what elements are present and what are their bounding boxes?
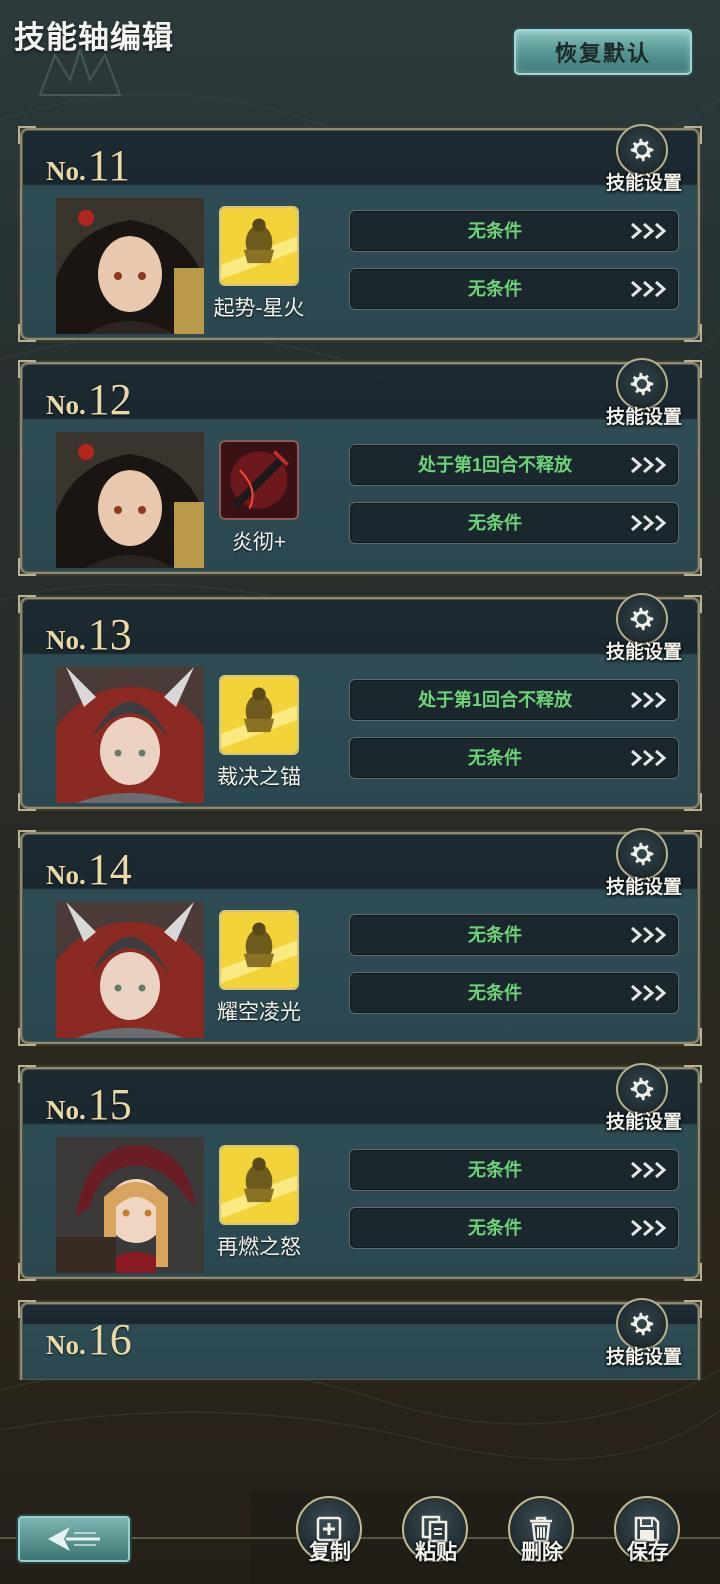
triple-chevron-right-icon [631,1219,667,1237]
condition-text: 无条件 [468,279,522,299]
delete-button[interactable]: 删除 [508,1496,576,1584]
triple-chevron-right-icon [631,984,667,1002]
condition-slot-1[interactable]: 无条件 [349,210,679,252]
triple-chevron-right-icon [631,280,667,298]
back-arrow-icon [48,1527,100,1551]
number-value: 16 [87,1315,132,1364]
card-number: No. 16 [46,1314,132,1364]
paste-label: 粘贴 [415,1541,457,1564]
golden-warrior-skill-icon[interactable] [219,206,299,286]
triple-chevron-right-icon [631,456,667,474]
skill-card: No. 12 炎彻+ 处于第1回合不释放 无条件 技能设置 [18,358,702,576]
copy-button[interactable]: 复制 [296,1496,364,1584]
condition-text: 无条件 [468,748,522,768]
paste-button[interactable]: 粘贴 [402,1496,470,1584]
skill-card: No. 15 再燃之怒 无条件 无条件 技能设置 [18,1063,702,1281]
condition-slot-2[interactable]: 无条件 [349,737,679,779]
number-prefix: No. [46,860,86,890]
skill-settings-label: 技能设置 [605,877,682,898]
condition-slot-2[interactable]: 无条件 [349,972,679,1014]
condition-text: 无条件 [468,221,522,241]
condition-text: 处于第1回合不释放 [417,455,572,475]
skill-card: No. 13 裁决之锚 处于第1回合不释放 无条件 技能设置 [18,593,702,811]
skill-name: 炎彻+ [231,531,287,554]
golden-warrior-skill-icon[interactable] [219,675,299,755]
red-sword-skill-icon[interactable] [219,440,299,520]
skill-name: 起势-星火 [213,297,305,320]
skill-settings-label: 技能设置 [605,407,682,428]
triple-chevron-right-icon [631,514,667,532]
save-label: 保存 [627,1541,669,1564]
gear-icon [630,138,654,162]
gear-icon [630,842,654,866]
back-button[interactable] [18,1516,130,1562]
number-value: 12 [87,375,132,424]
condition-text: 无条件 [468,983,522,1003]
card-number: No. 11 [46,140,131,190]
condition-text: 无条件 [468,925,522,945]
number-value: 13 [87,610,132,659]
number-prefix: No. [46,390,86,420]
triple-chevron-right-icon [631,749,667,767]
skill-settings-label: 技能设置 [605,1347,682,1368]
delete-label: 删除 [521,1541,563,1564]
card-number: No. 12 [46,374,132,424]
gear-icon [630,607,654,631]
skill-settings-label: 技能设置 [605,642,682,663]
condition-slot-1[interactable]: 处于第1回合不释放 [349,679,679,721]
character-portrait [56,667,204,803]
condition-slot-1[interactable]: 无条件 [349,1149,679,1191]
condition-text: 无条件 [468,1160,522,1180]
triple-chevron-right-icon [631,926,667,944]
character-portrait [56,432,204,568]
number-prefix: No. [46,156,86,186]
character-portrait [56,198,204,334]
card-number: No. 14 [46,844,132,894]
condition-slot-2[interactable]: 无条件 [349,268,679,310]
condition-slot-1[interactable]: 处于第1回合不释放 [349,444,679,486]
gear-icon [630,1077,654,1101]
card-number: No. 13 [46,609,132,659]
copy-label: 复制 [309,1541,351,1564]
skill-settings-label: 技能设置 [605,1112,682,1133]
number-prefix: No. [46,1095,86,1125]
save-button[interactable]: 保存 [614,1496,682,1584]
number-value: 15 [87,1080,132,1129]
skill-name: 耀空凌光 [217,1001,301,1024]
skill-settings-label: 技能设置 [605,173,682,194]
triple-chevron-right-icon [631,691,667,709]
number-value: 14 [87,845,132,894]
skill-card: No. 14 耀空凌光 无条件 无条件 技能设置 [18,828,702,1046]
condition-slot-1[interactable]: 无条件 [349,914,679,956]
skill-rotation-list[interactable]: No. 11 起势-星火 无条件 无条件 技能设置 No. 12 炎彻+ 处于第… [0,0,720,1380]
condition-text: 处于第1回合不释放 [417,690,572,710]
triple-chevron-right-icon [631,222,667,240]
condition-slot-2[interactable]: 无条件 [349,1207,679,1249]
skill-card: No. 16 技能设置 [18,1298,702,1380]
condition-text: 无条件 [468,1218,522,1238]
skill-name: 再燃之怒 [217,1236,301,1259]
skill-card: No. 11 起势-星火 无条件 无条件 技能设置 [18,124,702,342]
condition-text: 无条件 [468,513,522,533]
number-prefix: No. [46,625,86,655]
golden-warrior-skill-icon[interactable] [219,910,299,990]
number-prefix: No. [46,1330,86,1360]
golden-warrior-skill-icon[interactable] [219,1145,299,1225]
skill-name: 裁决之锚 [217,766,301,789]
gear-icon [630,1312,654,1336]
gear-icon [630,372,654,396]
character-portrait [56,1137,204,1273]
character-portrait [56,902,204,1038]
card-number: No. 15 [46,1079,132,1129]
triple-chevron-right-icon [631,1161,667,1179]
condition-slot-2[interactable]: 无条件 [349,502,679,544]
number-value: 11 [87,141,131,190]
